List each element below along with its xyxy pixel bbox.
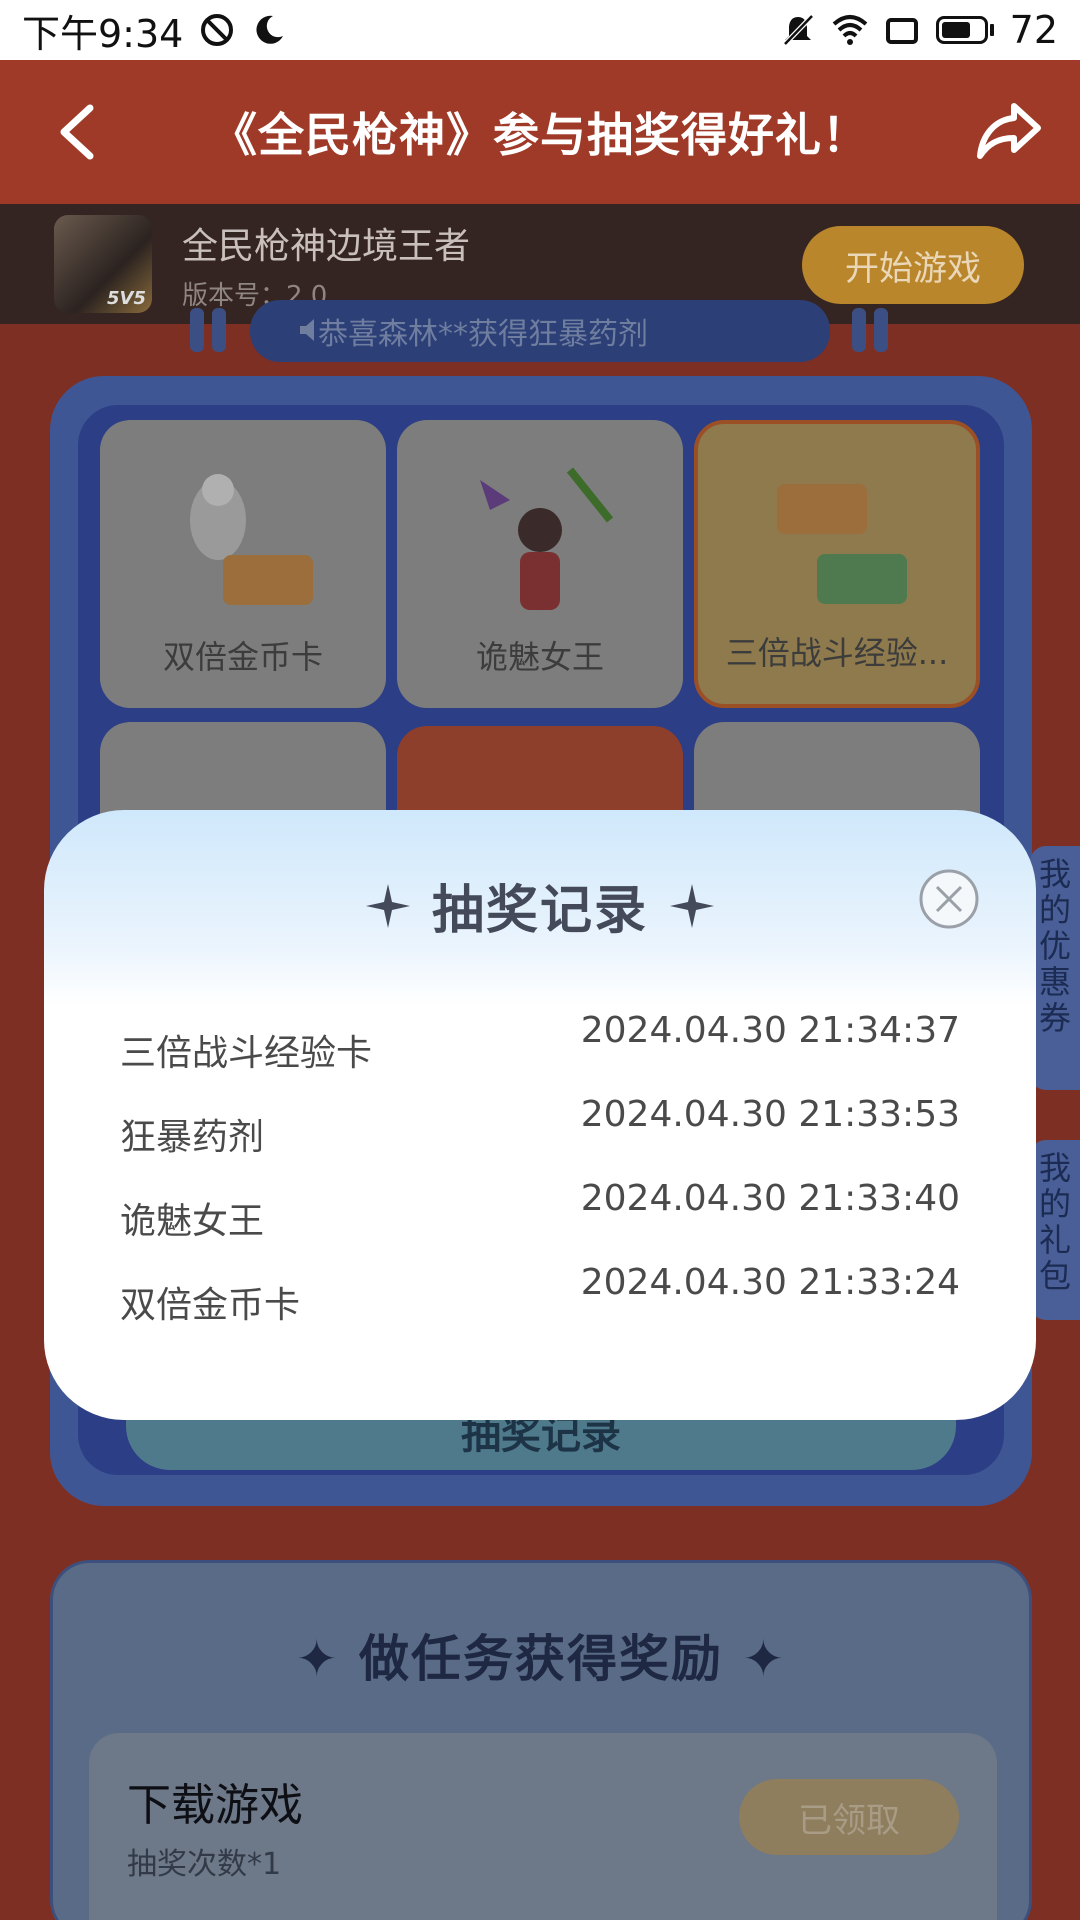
record-prize-name: 双倍金币卡 [120, 1285, 301, 1326]
page-header: 《全民枪神》参与抽奖得好礼！ [0, 60, 1080, 204]
record-time: 2024.04.30 21:33:40 [580, 1178, 960, 1219]
ticker-decoration [212, 308, 226, 352]
sparkle-icon [365, 883, 410, 928]
gold-and-exp-card-icon [777, 484, 907, 604]
task-panel-title: ✦ 做任务获得奖励 ✦ [295, 1630, 787, 1688]
task-panel: ✦ 做任务获得奖励 ✦ 下载游戏 抽奖次数*1 已领取 [50, 1560, 1032, 1920]
status-bar: 下午9:34 72 [0, 0, 1080, 60]
battery-icon [935, 16, 994, 44]
wifi-icon [832, 15, 867, 45]
prize-cell-selected[interactable]: 三倍战斗经验... [694, 420, 980, 708]
my-coupons-tab[interactable]: 我的优惠券 [1030, 846, 1080, 1090]
ticker-decoration [190, 308, 204, 352]
record-list: 三倍战斗经验卡 2024.04.30 21:34:37 狂暴药剂 2024.04… [120, 1010, 960, 1346]
status-time: 下午9:34 [22, 11, 184, 56]
task-draw-count: 抽奖次数*1 [127, 1847, 282, 1882]
record-prize-name: 狂暴药剂 [120, 1117, 265, 1158]
battery-level: 72 [1009, 8, 1058, 52]
share-icon[interactable] [974, 96, 1044, 166]
prize-cell[interactable]: 诡魅女王 [397, 420, 683, 708]
screen-icon [885, 18, 918, 44]
record-row: 狂暴药剂 2024.04.30 21:33:53 [120, 1094, 960, 1178]
task-card: 下载游戏 抽奖次数*1 已领取 [89, 1733, 997, 1920]
moon-icon [256, 15, 284, 44]
ticker-text: 恭喜森林**获得狂暴药剂 [318, 317, 648, 352]
ticker-decoration [874, 308, 888, 352]
task-name: 下载游戏 [127, 1780, 303, 1831]
record-row: 双倍金币卡 2024.04.30 21:33:24 [120, 1262, 960, 1346]
record-time: 2024.04.30 21:33:53 [580, 1094, 960, 1135]
record-row: 三倍战斗经验卡 2024.04.30 21:34:37 [120, 1010, 960, 1094]
queen-character-icon [480, 467, 614, 610]
prize-label: 诡魅女王 [475, 638, 604, 676]
dialog-title: 抽奖记录 [431, 881, 648, 941]
prize-label: 双倍金币卡 [162, 638, 323, 676]
speaker-icon [300, 319, 314, 341]
close-icon[interactable] [918, 868, 980, 930]
record-row: 诡魅女王 2024.04.30 21:33:40 [120, 1178, 960, 1262]
record-prize-name: 诡魅女王 [120, 1201, 265, 1242]
ticker-decoration [852, 308, 866, 352]
muted-bell-icon [782, 14, 814, 46]
my-coupons-label: 我的优惠券 [1038, 855, 1071, 1037]
my-gifts-tab[interactable]: 我的礼包 [1030, 1140, 1080, 1320]
back-arrow-icon[interactable] [50, 100, 110, 164]
page-title: 《全民枪神》参与抽奖得好礼！ [211, 108, 869, 162]
prize-label: 三倍战斗经验... [725, 634, 949, 672]
game-name: 全民枪神边境王者 [182, 225, 471, 267]
record-time: 2024.04.30 21:34:37 [580, 1010, 960, 1051]
my-gifts-label: 我的礼包 [1038, 1149, 1071, 1295]
prize-cell[interactable]: 双倍金币卡 [100, 420, 386, 708]
do-not-disturb-icon [201, 14, 234, 46]
claimed-button[interactable]: 已领取 [739, 1779, 959, 1855]
game-avatar [54, 215, 152, 313]
record-prize-name: 三倍战斗经验卡 [120, 1033, 373, 1074]
record-time: 2024.04.30 21:33:24 [580, 1262, 960, 1303]
lottery-record-dialog: 抽奖记录 三倍战斗经验卡 2024.04.30 21:34:37 狂暴药剂 20… [44, 810, 1036, 1420]
sparkle-icon [670, 883, 714, 928]
robot-and-gold-card-icon [190, 474, 313, 605]
winner-ticker: 恭喜森林**获得狂暴药剂 [250, 300, 830, 362]
start-game-button[interactable]: 开始游戏 [802, 226, 1024, 304]
